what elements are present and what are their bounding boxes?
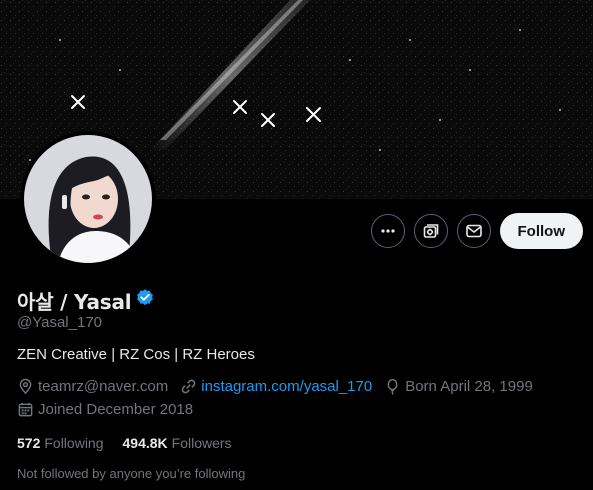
notifications-subscribe-icon — [422, 222, 440, 240]
follow-button[interactable]: Follow — [499, 213, 583, 249]
joined-text: Joined December 2018 — [38, 401, 194, 418]
following-count: 572 — [17, 435, 41, 451]
followers-count: 494.8K — [122, 435, 168, 451]
joined-item: Joined December 2018 — [17, 401, 193, 418]
message-button[interactable] — [456, 214, 491, 248]
location-item: teamrz@naver.com — [17, 378, 168, 395]
more-horizontal-icon — [379, 222, 397, 240]
following-label: Following — [44, 435, 104, 451]
display-name: 아살 / Yasal — [17, 290, 132, 314]
verified-badge-icon[interactable] — [135, 288, 155, 313]
profile-handle: @Yasal_170 — [17, 314, 103, 331]
profile-avatar[interactable] — [20, 131, 156, 267]
location-pin-icon — [17, 378, 34, 395]
profile-stats: 572 Following 494.8K Followers — [17, 435, 251, 451]
following-link[interactable]: 572 Following — [17, 435, 104, 451]
subscribe-button[interactable] — [413, 214, 448, 248]
profile-name-row: 아살 / Yasal — [17, 286, 155, 315]
profile-meta-row: teamrz@naver.com instagram.com/yasal_170… — [17, 378, 545, 395]
followers-label: Followers — [171, 435, 232, 451]
location-text: teamrz@naver.com — [38, 378, 169, 395]
link-icon — [180, 378, 197, 395]
follow-context-note: Not followed by anyone you’re following — [17, 466, 246, 481]
more-button[interactable] — [370, 214, 405, 248]
balloon-icon — [384, 378, 401, 395]
birthday-item: Born April 28, 1999 — [384, 378, 533, 395]
website-item[interactable]: instagram.com/yasal_170 — [180, 378, 372, 395]
profile-actions: Follow — [370, 213, 583, 249]
calendar-icon — [17, 401, 34, 418]
profile-bio: ZEN Creative | RZ Cos | RZ Heroes — [17, 346, 255, 363]
website-link[interactable]: instagram.com/yasal_170 — [201, 378, 372, 395]
birthday-text: Born April 28, 1999 — [405, 378, 533, 395]
profile-meta-row-joined: Joined December 2018 — [17, 401, 205, 418]
followers-link[interactable]: 494.8K Followers — [123, 435, 232, 451]
envelope-icon — [465, 222, 483, 240]
